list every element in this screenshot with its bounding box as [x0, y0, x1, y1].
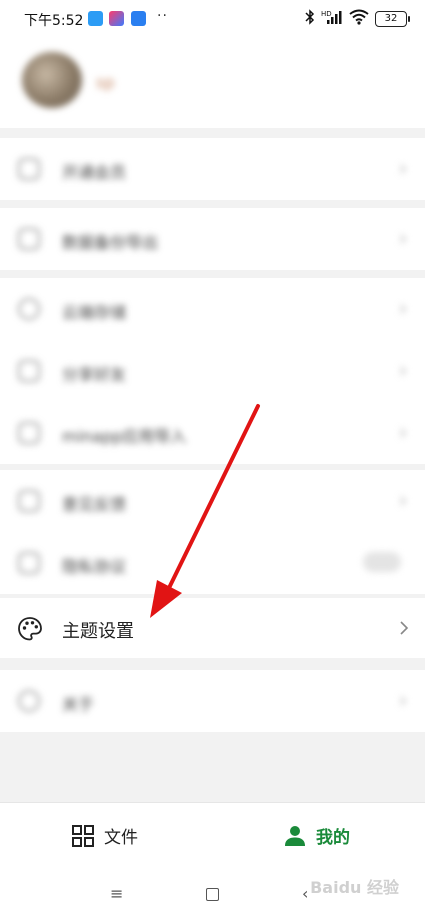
privacy-icon: [18, 552, 40, 574]
menu-item-backup[interactable]: 数据备份导出 ›: [0, 208, 425, 270]
menu-item-vip[interactable]: 开通会员 ›: [0, 138, 425, 200]
share-icon: [18, 360, 40, 382]
menu-item-label: 分享好友: [62, 365, 127, 384]
svg-text:HD: HD: [321, 10, 332, 18]
menu-item-privacy[interactable]: 隐私协议: [0, 532, 425, 594]
palette-icon: [18, 617, 42, 641]
grid-icon: [72, 824, 94, 847]
vip-icon: [18, 158, 40, 180]
chevron-right-icon: ›: [399, 156, 407, 180]
menu-item-feedback[interactable]: 意见反馈 ›: [0, 470, 425, 532]
chevron-right-icon: ›: [399, 226, 407, 250]
menu-item-theme-settings[interactable]: 主题设置: [0, 598, 425, 658]
menu-group-2: 数据备份导出 ›: [0, 208, 425, 270]
wifi-icon: [349, 9, 369, 28]
menu-item-about[interactable]: 关于 ›: [0, 670, 425, 732]
chevron-right-icon: ›: [399, 358, 407, 382]
import-icon: [18, 422, 40, 444]
status-time: 下午5:52: [24, 13, 84, 29]
menu-group-about: 关于 ›: [0, 670, 425, 732]
nav-tab-files[interactable]: 文件: [72, 823, 138, 848]
person-icon: [285, 825, 305, 846]
theme-settings-label: 主题设置: [62, 621, 134, 642]
menu-item-label: minapp应用导入: [62, 427, 187, 446]
chevron-right-icon: ›: [399, 688, 407, 712]
menu-item-label: 云端存储: [62, 303, 127, 322]
video-app-icon: [109, 11, 124, 26]
privacy-toggle[interactable]: [363, 552, 401, 572]
status-bar: 下午5:52 ·· HD 32: [0, 0, 425, 38]
chevron-right-icon: [400, 621, 409, 635]
battery-indicator: 32: [375, 10, 410, 27]
backup-icon: [18, 228, 40, 250]
bluetooth-icon: [305, 9, 315, 28]
menu-group-1: 开通会员 ›: [0, 138, 425, 200]
nav-mine-label: 我的: [316, 828, 350, 848]
menu-item-label: 隐私协议: [62, 557, 127, 576]
bluetooth-app-icon: [131, 11, 146, 26]
menu-item-share[interactable]: 分享好友 ›: [0, 340, 425, 402]
baidu-watermark: Baidu 经验: [310, 878, 399, 897]
profile-name: sp: [96, 73, 115, 92]
menu-item-import[interactable]: minapp应用导入 ›: [0, 402, 425, 464]
menu-group-3: 云端存储 › 分享好友 › minapp应用导入 ›: [0, 278, 425, 464]
home-square-icon[interactable]: [206, 888, 219, 901]
chevron-right-icon: ›: [399, 488, 407, 512]
menu-item-cloud[interactable]: 云端存储 ›: [0, 278, 425, 340]
feedback-icon: [18, 490, 40, 512]
menu-item-label: 意见反馈: [62, 495, 127, 514]
menu-lines-icon[interactable]: ≡: [110, 884, 123, 903]
menu-item-label: 数据备份导出: [62, 233, 159, 252]
profile-card[interactable]: sp: [0, 38, 425, 128]
menu-item-label: 开通会员: [62, 163, 127, 182]
menu-group-4: 意见反馈 › 隐私协议: [0, 470, 425, 594]
nav-tab-mine[interactable]: 我的: [284, 823, 350, 848]
status-more-dots: ··: [157, 8, 168, 24]
avatar[interactable]: [22, 52, 82, 108]
status-right-cluster: HD 32: [305, 9, 410, 28]
back-chevron-icon[interactable]: ‹: [302, 884, 308, 903]
nav-files-label: 文件: [104, 828, 138, 848]
chevron-right-icon: ›: [399, 420, 407, 444]
info-icon: [18, 690, 40, 712]
cloud-icon: [18, 298, 40, 320]
message-app-icon: [88, 11, 103, 26]
bottom-nav: 文件 我的: [0, 802, 425, 873]
menu-item-label: 关于: [62, 695, 95, 714]
chevron-right-icon: ›: [399, 296, 407, 320]
signal-icon: HD: [321, 9, 343, 28]
